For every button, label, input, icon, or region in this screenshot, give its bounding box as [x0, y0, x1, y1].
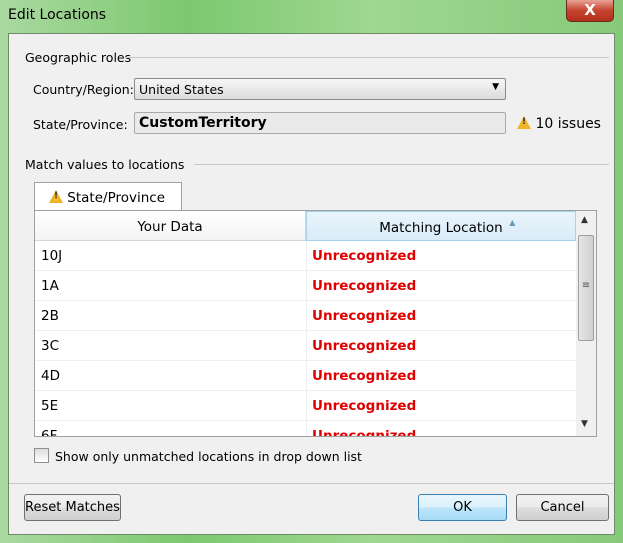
column-divider	[306, 361, 307, 391]
divider	[9, 483, 614, 484]
unmatched-only-checkbox[interactable]	[34, 448, 49, 463]
tab-state-province[interactable]: State/Province	[34, 182, 182, 212]
matching-location-cell[interactable]: Unrecognized	[312, 338, 416, 354]
dialog-body: Geographic roles Country/Region: United …	[8, 33, 615, 535]
window-title: Edit Locations	[8, 7, 107, 23]
table-row[interactable]: 5E Unrecognized	[35, 391, 576, 421]
country-label: Country/Region:	[33, 82, 134, 97]
column-divider	[306, 241, 307, 271]
column-divider	[306, 391, 307, 421]
column-divider	[306, 331, 307, 361]
warning-icon	[517, 116, 531, 129]
header-label: Matching Location	[379, 220, 503, 236]
your-data-cell: 5E	[41, 398, 59, 414]
sort-ascending-icon: ▲	[509, 218, 516, 227]
issues-count: 10 issues	[535, 116, 601, 132]
matching-location-cell[interactable]: Unrecognized	[312, 308, 416, 324]
matching-location-cell[interactable]: Unrecognized	[312, 428, 416, 436]
column-header-matching-location[interactable]: ▲ Matching Location	[306, 211, 576, 241]
geographic-roles-heading: Geographic roles	[25, 50, 132, 65]
column-header-your-data[interactable]: Your Data	[35, 211, 306, 241]
your-data-cell: 2B	[41, 308, 59, 324]
your-data-cell: 4D	[41, 368, 60, 384]
tab-label: State/Province	[67, 190, 166, 206]
table-row[interactable]: 4D Unrecognized	[35, 361, 576, 391]
table-row[interactable]: 10J Unrecognized	[35, 241, 576, 271]
unmatched-only-label: Show only unmatched locations in drop do…	[55, 449, 362, 464]
table-row[interactable]: 6F Unrecognized	[35, 421, 576, 437]
match-table: Your Data ▲ Matching Location 10J Unrecog…	[34, 210, 597, 437]
column-divider	[306, 301, 307, 331]
matching-location-cell[interactable]: Unrecognized	[312, 248, 416, 264]
table-row[interactable]: 2B Unrecognized	[35, 301, 576, 331]
match-values-heading: Match values to locations	[25, 157, 185, 172]
matching-location-cell[interactable]: Unrecognized	[312, 278, 416, 294]
your-data-cell: 1A	[41, 278, 59, 294]
your-data-cell: 6F	[41, 428, 58, 437]
scrollbar-thumb[interactable]: ≡	[578, 235, 594, 341]
divider	[125, 57, 609, 58]
scroll-up-icon[interactable]: ▲	[581, 215, 588, 225]
column-divider	[306, 421, 307, 436]
warning-icon	[49, 190, 63, 203]
ok-button[interactable]: OK	[418, 494, 507, 521]
matching-location-cell[interactable]: Unrecognized	[312, 368, 416, 384]
scroll-down-icon[interactable]: ▼	[581, 419, 588, 429]
table-row[interactable]: 1A Unrecognized	[35, 271, 576, 301]
table-row[interactable]: 3C Unrecognized	[35, 331, 576, 361]
close-button[interactable]: X	[566, 0, 614, 22]
divider	[194, 164, 609, 165]
vertical-scrollbar[interactable]: ▲ ≡ ▼	[576, 211, 596, 436]
country-value: United States	[139, 82, 224, 97]
cancel-button[interactable]: Cancel	[516, 494, 609, 521]
your-data-cell: 3C	[41, 338, 60, 354]
matching-location-cell[interactable]: Unrecognized	[312, 398, 416, 414]
your-data-cell: 10J	[41, 248, 63, 264]
country-select[interactable]: United States ▼	[134, 78, 506, 100]
issues-indicator[interactable]: 10 issues	[517, 116, 601, 132]
chevron-down-icon: ▼	[492, 82, 499, 92]
column-divider	[306, 271, 307, 301]
state-field: CustomTerritory	[134, 112, 506, 134]
reset-matches-button[interactable]: Reset Matches	[24, 494, 121, 521]
state-label: State/Province:	[33, 117, 128, 132]
